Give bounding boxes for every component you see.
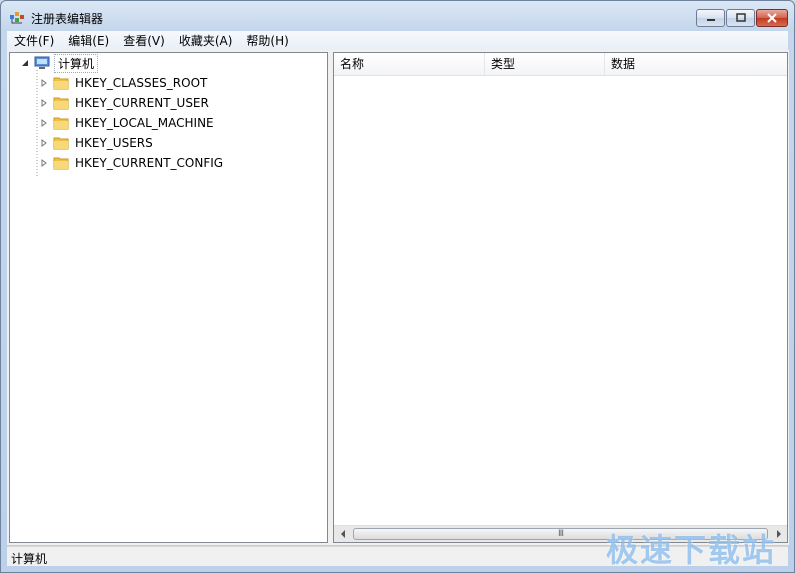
close-button[interactable]	[756, 9, 788, 27]
tree-key-label: HKEY_CURRENT_USER	[75, 96, 209, 110]
folder-icon	[53, 137, 69, 150]
status-path: 计算机	[11, 552, 48, 566]
maximize-button[interactable]	[726, 9, 755, 27]
menu-help[interactable]: 帮助(H)	[239, 32, 295, 49]
list-header: 名称 类型 数据	[334, 53, 787, 76]
tree-key-label: HKEY_CURRENT_CONFIG	[75, 156, 224, 170]
close-icon	[767, 13, 777, 23]
column-header-name[interactable]: 名称	[334, 53, 485, 75]
scroll-right-icon	[776, 530, 781, 538]
regedit-window: 注册表编辑器 文件(F) 编辑(E) 查看(V) 收藏夹(A) 帮助(H) 计算…	[0, 0, 795, 573]
expand-triangle-icon[interactable]	[39, 158, 49, 168]
regedit-app-icon	[10, 12, 24, 24]
menu-view[interactable]: 查看(V)	[116, 32, 172, 49]
folder-icon	[53, 157, 69, 170]
maximize-icon	[735, 13, 746, 22]
expand-triangle-icon[interactable]	[39, 78, 49, 88]
tree-key-label: HKEY_USERS	[75, 136, 153, 150]
caption-buttons	[695, 9, 788, 28]
minimize-icon	[706, 19, 715, 21]
tree-item-computer[interactable]: 计算机	[20, 53, 99, 73]
expand-triangle-icon[interactable]	[39, 138, 49, 148]
folder-icon	[53, 97, 69, 110]
tree-key-label: HKEY_CLASSES_ROOT	[75, 76, 208, 90]
values-list-pane[interactable]: 名称 类型 数据 III	[333, 52, 788, 543]
expand-triangle-icon[interactable]	[39, 118, 49, 128]
column-header-data[interactable]: 数据	[605, 53, 787, 75]
tree-item-hkey-current-config[interactable]: HKEY_CURRENT_CONFIG	[39, 153, 223, 173]
tree-item-hkey-classes-root[interactable]: HKEY_CLASSES_ROOT	[39, 73, 207, 93]
column-header-type[interactable]: 类型	[485, 53, 605, 75]
tree-item-hkey-current-user[interactable]: HKEY_CURRENT_USER	[39, 93, 209, 113]
minimize-button[interactable]	[696, 9, 725, 27]
menu-file[interactable]: 文件(F)	[7, 32, 61, 49]
tree-item-hkey-users[interactable]: HKEY_USERS	[39, 133, 153, 153]
window-title: 注册表编辑器	[31, 12, 104, 26]
tree-item-hkey-local-machine[interactable]: HKEY_LOCAL_MACHINE	[39, 113, 214, 133]
scroll-left-button[interactable]	[334, 526, 351, 542]
menu-favorites[interactable]: 收藏夹(A)	[172, 32, 240, 49]
menu-edit[interactable]: 编辑(E)	[61, 32, 116, 49]
watermark-logo: 极速下载站	[605, 531, 776, 569]
scroll-left-icon	[340, 530, 345, 538]
folder-icon	[53, 77, 69, 90]
folder-icon	[53, 117, 69, 130]
tree-key-label: HKEY_LOCAL_MACHINE	[75, 116, 214, 130]
key-tree-pane[interactable]: 计算机 HKEY_CLASSES_ROOT HKEY_CURRENT_USER …	[9, 52, 328, 543]
client-area: 计算机 HKEY_CLASSES_ROOT HKEY_CURRENT_USER …	[7, 50, 789, 545]
menu-bar: 文件(F) 编辑(E) 查看(V) 收藏夹(A) 帮助(H)	[7, 31, 788, 50]
scroll-thumb-grip: III	[558, 529, 564, 539]
tree-root-label: 计算机	[54, 53, 99, 73]
expand-triangle-icon[interactable]	[39, 98, 49, 108]
collapse-triangle-icon[interactable]	[20, 58, 30, 68]
computer-icon	[34, 56, 50, 69]
title-bar[interactable]: 注册表编辑器	[1, 1, 794, 31]
